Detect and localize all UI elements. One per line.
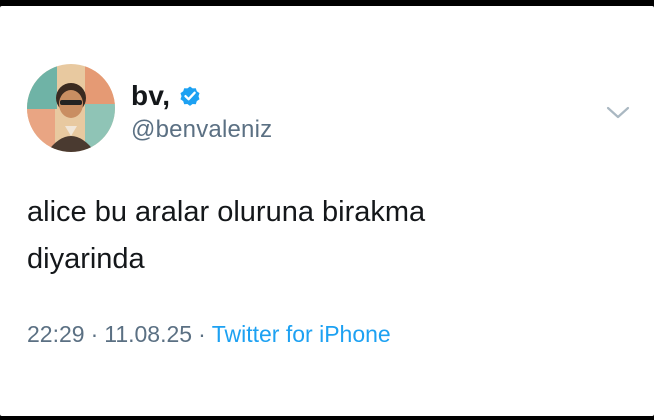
avatar-image bbox=[27, 64, 115, 152]
author-handle[interactable]: @benvaleniz bbox=[131, 116, 272, 144]
tweet-text-line: diyarinda bbox=[27, 243, 145, 275]
tweet-text: alice bu aralar oluruna birakma diyarind… bbox=[27, 189, 617, 283]
verified-badge-icon bbox=[178, 84, 202, 108]
tweet-card: bv, @benvaleniz alice bu aralar oluruna … bbox=[0, 6, 654, 416]
tweet-source-link[interactable]: Twitter for iPhone bbox=[212, 321, 391, 347]
tweet-date[interactable]: 11.08.25 bbox=[104, 321, 192, 347]
tweet-text-line: alice bu aralar oluruna birakma bbox=[27, 196, 426, 228]
tweet-meta: 22:29 · 11.08.25 · Twitter for iPhone bbox=[27, 321, 391, 348]
chevron-down-icon[interactable] bbox=[605, 104, 631, 122]
meta-separator: · bbox=[90, 321, 99, 347]
tweet-time[interactable]: 22:29 bbox=[27, 321, 85, 347]
meta-separator: · bbox=[198, 321, 206, 347]
avatar[interactable] bbox=[27, 64, 115, 152]
display-name[interactable]: bv, bbox=[131, 80, 170, 112]
author-name-row: bv, bbox=[131, 79, 202, 113]
